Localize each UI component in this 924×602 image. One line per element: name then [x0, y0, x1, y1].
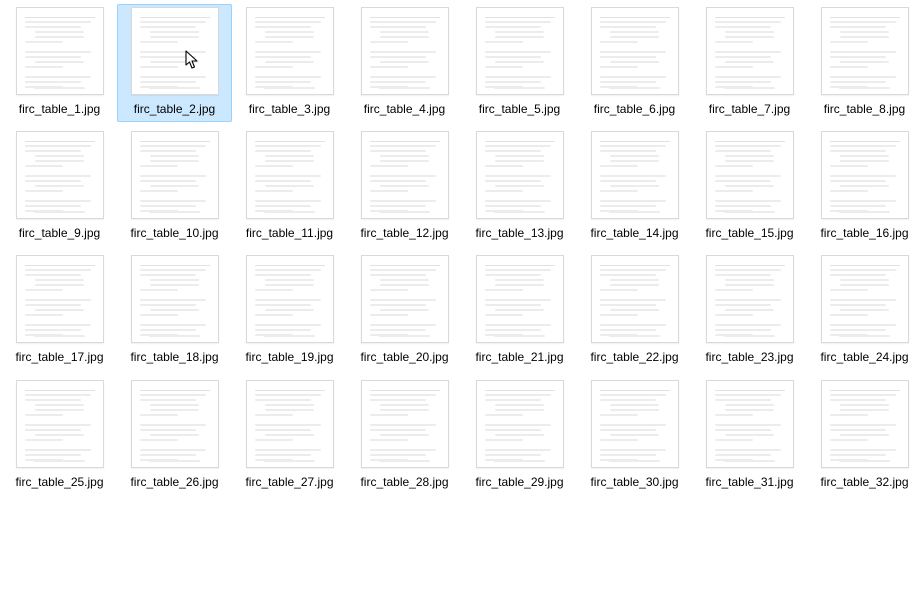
file-item[interactable]: firc_table_18.jpg	[117, 252, 232, 370]
file-item[interactable]: firc_table_15.jpg	[692, 128, 807, 246]
file-name-label: firc_table_8.jpg	[824, 101, 905, 117]
file-thumbnail	[821, 7, 909, 95]
file-grid[interactable]: firc_table_1.jpg firc_table_2.jpg firc_tab…	[0, 0, 924, 499]
file-item[interactable]: firc_table_13.jpg	[462, 128, 577, 246]
file-thumbnail	[706, 255, 794, 343]
file-thumbnail	[591, 7, 679, 95]
file-thumbnail	[246, 255, 334, 343]
file-name-label: firc_table_28.jpg	[360, 474, 448, 490]
file-item[interactable]: firc_table_4.jpg	[347, 4, 462, 122]
file-item[interactable]: firc_table_29.jpg	[462, 377, 577, 495]
file-thumbnail	[246, 380, 334, 468]
file-item[interactable]: firc_table_9.jpg	[2, 128, 117, 246]
file-name-label: firc_table_21.jpg	[475, 349, 563, 365]
file-name-label: firc_table_18.jpg	[130, 349, 218, 365]
file-name-label: firc_table_4.jpg	[364, 101, 445, 117]
file-item[interactable]: firc_table_3.jpg	[232, 4, 347, 122]
file-thumbnail	[16, 7, 104, 95]
file-thumbnail	[821, 131, 909, 219]
file-thumbnail	[821, 380, 909, 468]
file-name-label: firc_table_29.jpg	[475, 474, 563, 490]
file-name-label: firc_table_11.jpg	[246, 225, 333, 241]
file-item[interactable]: firc_table_28.jpg	[347, 377, 462, 495]
file-item[interactable]: firc_table_19.jpg	[232, 252, 347, 370]
file-name-label: firc_table_9.jpg	[19, 225, 100, 241]
file-thumbnail	[361, 255, 449, 343]
file-name-label: firc_table_32.jpg	[820, 474, 908, 490]
file-thumbnail	[476, 7, 564, 95]
file-name-label: firc_table_17.jpg	[15, 349, 103, 365]
file-thumbnail	[706, 380, 794, 468]
file-item[interactable]: firc_table_32.jpg	[807, 377, 922, 495]
file-item[interactable]: firc_table_31.jpg	[692, 377, 807, 495]
file-item[interactable]: firc_table_25.jpg	[2, 377, 117, 495]
file-name-label: firc_table_27.jpg	[245, 474, 333, 490]
file-thumbnail	[706, 131, 794, 219]
file-thumbnail	[361, 7, 449, 95]
file-item[interactable]: firc_table_10.jpg	[117, 128, 232, 246]
file-name-label: firc_table_16.jpg	[820, 225, 908, 241]
file-thumbnail	[821, 255, 909, 343]
file-name-label: firc_table_25.jpg	[15, 474, 103, 490]
file-item[interactable]: firc_table_16.jpg	[807, 128, 922, 246]
file-thumbnail	[476, 255, 564, 343]
file-thumbnail	[131, 7, 219, 95]
file-item[interactable]: firc_table_7.jpg	[692, 4, 807, 122]
file-name-label: firc_table_7.jpg	[709, 101, 790, 117]
file-name-label: firc_table_10.jpg	[130, 225, 218, 241]
file-thumbnail	[706, 7, 794, 95]
file-thumbnail	[131, 131, 219, 219]
file-item[interactable]: firc_table_14.jpg	[577, 128, 692, 246]
file-item[interactable]: firc_table_12.jpg	[347, 128, 462, 246]
file-item[interactable]: firc_table_8.jpg	[807, 4, 922, 122]
file-thumbnail	[591, 380, 679, 468]
file-name-label: firc_table_1.jpg	[19, 101, 100, 117]
file-item[interactable]: firc_table_17.jpg	[2, 252, 117, 370]
file-name-label: firc_table_3.jpg	[249, 101, 330, 117]
file-item[interactable]: firc_table_23.jpg	[692, 252, 807, 370]
file-name-label: firc_table_6.jpg	[594, 101, 675, 117]
file-item[interactable]: firc_table_2.jpg	[117, 4, 232, 122]
file-thumbnail	[361, 380, 449, 468]
file-thumbnail	[131, 255, 219, 343]
file-item[interactable]: firc_table_30.jpg	[577, 377, 692, 495]
file-item[interactable]: firc_table_24.jpg	[807, 252, 922, 370]
file-thumbnail	[16, 255, 104, 343]
file-item[interactable]: firc_table_1.jpg	[2, 4, 117, 122]
file-name-label: firc_table_2.jpg	[134, 101, 215, 117]
file-thumbnail	[16, 131, 104, 219]
file-name-label: firc_table_20.jpg	[360, 349, 448, 365]
file-name-label: firc_table_30.jpg	[590, 474, 678, 490]
file-name-label: firc_table_22.jpg	[590, 349, 678, 365]
file-item[interactable]: firc_table_20.jpg	[347, 252, 462, 370]
file-item[interactable]: firc_table_5.jpg	[462, 4, 577, 122]
file-item[interactable]: firc_table_6.jpg	[577, 4, 692, 122]
file-item[interactable]: firc_table_11.jpg	[232, 128, 347, 246]
file-thumbnail	[476, 131, 564, 219]
file-thumbnail	[591, 255, 679, 343]
file-name-label: firc_table_31.jpg	[705, 474, 793, 490]
file-name-label: firc_table_14.jpg	[590, 225, 678, 241]
file-item[interactable]: firc_table_27.jpg	[232, 377, 347, 495]
file-thumbnail	[16, 380, 104, 468]
file-item[interactable]: firc_table_21.jpg	[462, 252, 577, 370]
file-thumbnail	[476, 380, 564, 468]
file-name-label: firc_table_24.jpg	[820, 349, 908, 365]
file-name-label: firc_table_19.jpg	[245, 349, 333, 365]
file-thumbnail	[246, 7, 334, 95]
file-name-label: firc_table_26.jpg	[130, 474, 218, 490]
file-thumbnail	[591, 131, 679, 219]
file-thumbnail	[131, 380, 219, 468]
file-name-label: firc_table_5.jpg	[479, 101, 560, 117]
file-name-label: firc_table_12.jpg	[360, 225, 448, 241]
file-name-label: firc_table_13.jpg	[475, 225, 563, 241]
file-item[interactable]: firc_table_26.jpg	[117, 377, 232, 495]
file-thumbnail	[246, 131, 334, 219]
file-thumbnail	[361, 131, 449, 219]
file-item[interactable]: firc_table_22.jpg	[577, 252, 692, 370]
file-name-label: firc_table_23.jpg	[705, 349, 793, 365]
file-name-label: firc_table_15.jpg	[705, 225, 793, 241]
